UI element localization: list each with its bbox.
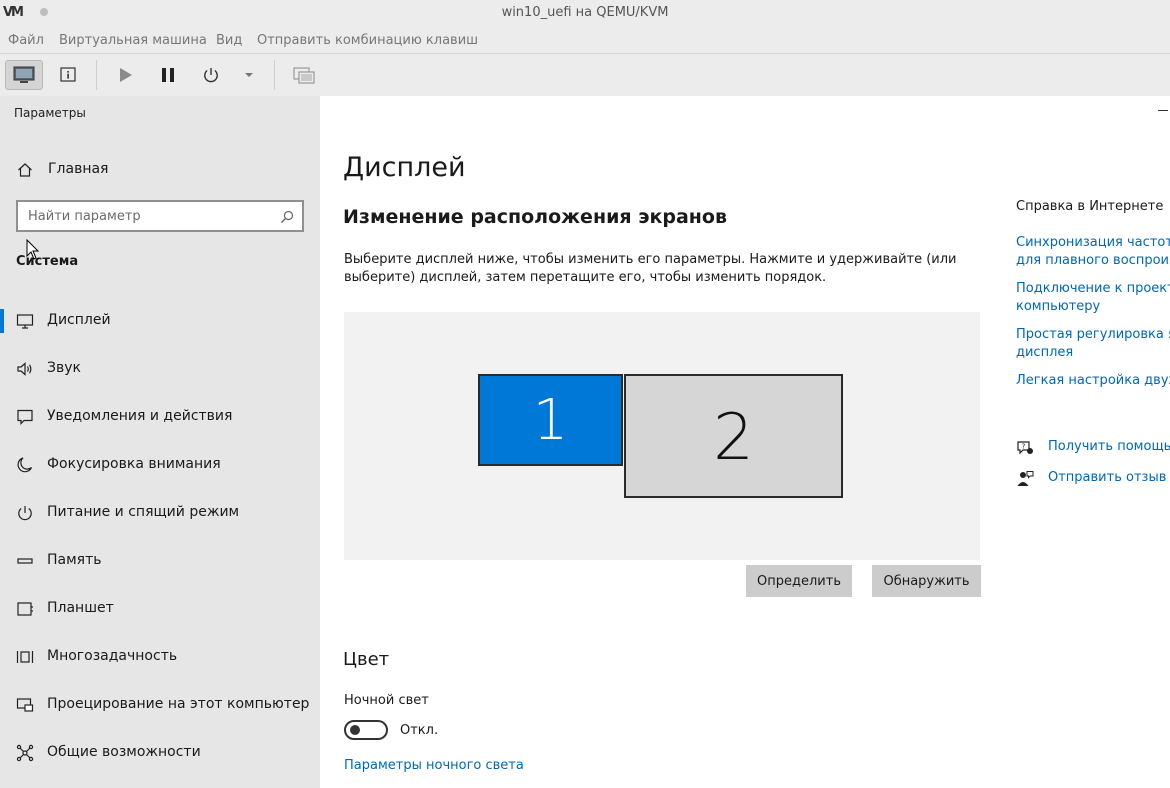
- help-link-brightness-cont[interactable]: дисплея: [1016, 344, 1170, 362]
- menu-file[interactable]: Файл: [8, 33, 44, 48]
- sidebar-item-storage[interactable]: Память: [0, 537, 320, 585]
- help-link-brightness[interactable]: Простая регулировка яр: [1016, 326, 1170, 344]
- sidebar-item-focus-assist[interactable]: Фокусировка внимания: [0, 441, 320, 489]
- night-light-toggle[interactable]: [344, 720, 388, 740]
- storage-icon: [16, 552, 34, 570]
- identify-button[interactable]: Определить: [746, 565, 852, 597]
- pause-icon: [162, 68, 174, 82]
- color-heading: Цвет: [343, 649, 390, 670]
- display-settings-page: Дисплей Изменение расположения экранов В…: [320, 96, 1170, 788]
- shutdown-button[interactable]: [198, 60, 224, 90]
- run-button[interactable]: [112, 60, 138, 90]
- send-feedback-link[interactable]: Отправить отзыв: [1016, 468, 1170, 490]
- monitor-1[interactable]: 1: [478, 374, 623, 466]
- help-link-projector[interactable]: Подключение к проекто: [1016, 280, 1170, 298]
- settings-sidebar: Параметры Главная Система Дисплей Звук У…: [0, 96, 320, 788]
- search-box[interactable]: [16, 200, 304, 232]
- sidebar-item-label: Питание и спящий режим: [47, 504, 240, 520]
- help-link-refresh-rate-cont[interactable]: для плавного воспроизв: [1016, 252, 1170, 270]
- help-link-projector-cont[interactable]: компьютеру: [1016, 298, 1170, 316]
- monitor-2[interactable]: 2: [624, 374, 843, 498]
- power-icon: [16, 504, 34, 522]
- notification-icon: [16, 408, 34, 426]
- sidebar-item-label: Звук: [47, 360, 81, 376]
- menu-virtual-machine[interactable]: Виртуальная машина: [59, 33, 207, 48]
- help-chat-icon: ?: [1016, 439, 1034, 461]
- help-link-refresh-rate[interactable]: Синхронизация частот о: [1016, 234, 1170, 252]
- sidebar-item-notifications[interactable]: Уведомления и действия: [0, 393, 320, 441]
- shutdown-menu-button[interactable]: [240, 60, 258, 90]
- sidebar-item-sound[interactable]: Звук: [0, 345, 320, 393]
- toggle-knob: [350, 725, 360, 735]
- sidebar-item-home[interactable]: Главная: [0, 154, 320, 184]
- sidebar-item-projection[interactable]: Проецирование на этот компьютер: [0, 681, 320, 729]
- menubar: Файл Виртуальная машина Вид Отправить ко…: [0, 26, 1170, 54]
- console-view-button[interactable]: [5, 60, 43, 90]
- arrange-displays-heading: Изменение расположения экранов: [343, 206, 727, 228]
- toolbar-separator: [96, 60, 97, 90]
- shared-experiences-icon: [16, 744, 34, 762]
- sidebar-item-label: Фокусировка внимания: [47, 456, 221, 472]
- projection-icon: [16, 696, 34, 714]
- feedback-person-icon: [1016, 470, 1034, 492]
- info-icon: [60, 67, 76, 82]
- svg-text:?: ?: [1022, 443, 1026, 451]
- toolbar: [0, 54, 1170, 96]
- sidebar-item-label: Общие возможности: [47, 744, 201, 760]
- sidebar-item-power[interactable]: Питание и спящий режим: [0, 489, 320, 537]
- home-icon: [17, 162, 33, 182]
- play-icon: [120, 68, 132, 82]
- search-input[interactable]: [28, 207, 278, 225]
- sidebar-item-label: Дисплей: [47, 312, 111, 328]
- pause-button[interactable]: [155, 60, 181, 90]
- multitasking-icon: [16, 648, 34, 666]
- window-title: win10_uefi на QEMU/KVM: [501, 5, 669, 20]
- send-feedback-label: Отправить отзыв: [1048, 470, 1167, 485]
- night-light-state: Откл.: [400, 723, 439, 738]
- arrange-displays-description: Выберите дисплей ниже, чтобы изменить ег…: [344, 252, 957, 285]
- monitor-icon: [16, 312, 34, 330]
- chevron-down-icon: [245, 73, 253, 77]
- sidebar-item-tablet[interactable]: Планшет: [0, 585, 320, 633]
- night-light-label: Ночной свет: [344, 693, 429, 708]
- toolbar-separator: [274, 60, 275, 90]
- detect-button[interactable]: Обнаружить: [872, 565, 981, 597]
- get-help-link[interactable]: ? Получить помощь: [1016, 437, 1170, 459]
- tablet-icon: [16, 600, 34, 618]
- search-icon[interactable]: [280, 209, 294, 228]
- sidebar-nav: Дисплей Звук Уведомления и действия Фоку…: [0, 297, 320, 777]
- snapshots-button[interactable]: [291, 60, 317, 90]
- online-help-title: Справка в Интернете: [1016, 199, 1164, 214]
- sidebar-item-label: Главная: [48, 161, 109, 177]
- sidebar-item-label: Многозадачность: [47, 648, 178, 664]
- sidebar-item-label: Проецирование на этот компьютер: [47, 696, 310, 712]
- monitor-icon: [13, 66, 35, 83]
- page-title: Дисплей: [343, 152, 466, 183]
- sidebar-item-label: Уведомления и действия: [47, 408, 233, 424]
- speaker-icon: [16, 360, 34, 378]
- menu-send-key[interactable]: Отправить комбинацию клавиш: [257, 33, 478, 48]
- minimize-icon[interactable]: [1158, 110, 1168, 111]
- sidebar-item-label: Память: [47, 552, 102, 568]
- night-light-settings-link[interactable]: Параметры ночного света: [344, 758, 524, 773]
- sidebar-item-label: Планшет: [47, 600, 114, 616]
- snapshot-icon: [293, 67, 315, 84]
- window-titlebar: VM win10_uefi на QEMU/KVM: [0, 0, 1170, 26]
- menu-view[interactable]: Вид: [216, 33, 242, 48]
- sidebar-item-display[interactable]: Дисплей: [0, 297, 320, 345]
- mouse-cursor-icon: [26, 239, 40, 260]
- display-arrangement-area[interactable]: 1 2: [344, 312, 980, 560]
- sidebar-item-shared-experiences[interactable]: Общие возможности: [0, 729, 320, 777]
- sidebar-item-multitasking[interactable]: Многозадачность: [0, 633, 320, 681]
- settings-app-title: Параметры: [14, 106, 86, 120]
- power-icon: [204, 68, 218, 83]
- get-help-label: Получить помощь: [1048, 439, 1170, 454]
- details-view-button[interactable]: [54, 60, 82, 90]
- online-help-links: Синхронизация частот о для плавного восп…: [1016, 234, 1170, 400]
- moon-icon: [16, 456, 34, 474]
- help-link-dual-monitors[interactable]: Легкая настройка двух м: [1016, 372, 1170, 390]
